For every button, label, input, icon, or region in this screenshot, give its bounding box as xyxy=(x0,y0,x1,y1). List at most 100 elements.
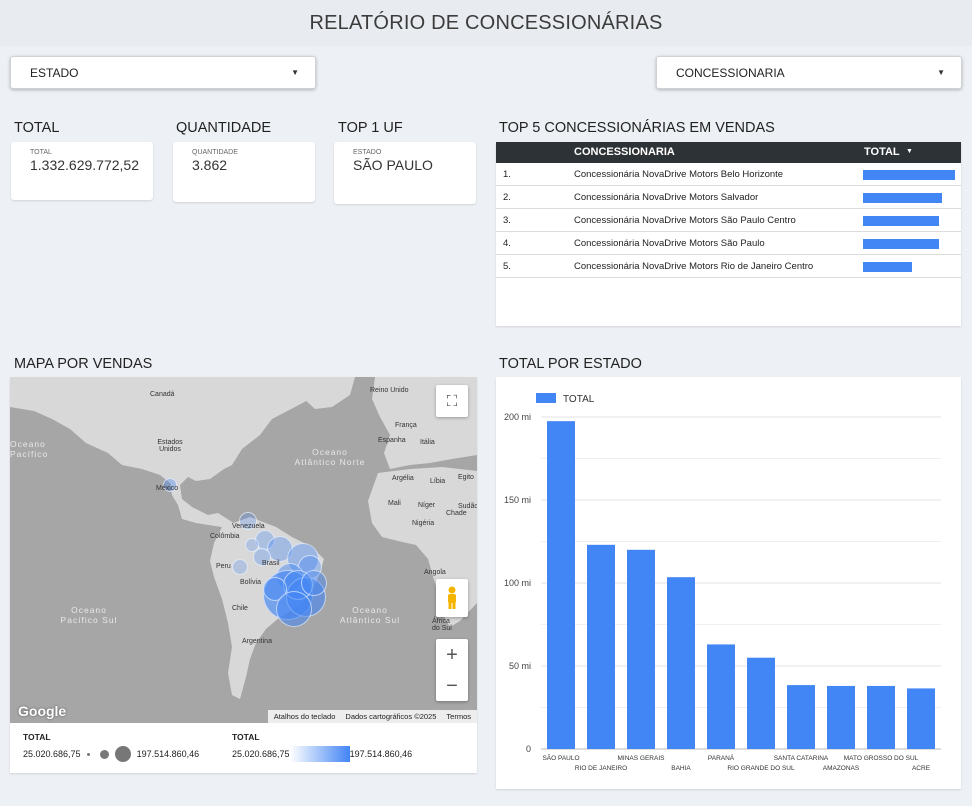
table-header: CONCESSIONARIA TOTAL ▼ xyxy=(496,142,961,163)
map-country-label: Egito xyxy=(458,474,474,481)
bar[interactable] xyxy=(667,577,695,749)
row-name: Concessionária NovaDrive Motors São Paul… xyxy=(574,238,765,249)
kpi-total-label: TOTAL xyxy=(30,149,52,156)
estado-filter-label: ESTADO xyxy=(30,65,79,80)
map-country-label: Itália xyxy=(420,439,435,446)
table-row[interactable]: 4. Concessionária NovaDrive Motors São Pa… xyxy=(496,232,961,255)
bar[interactable] xyxy=(907,688,935,749)
caret-down-icon: ▼ xyxy=(937,68,945,77)
bar[interactable] xyxy=(747,657,775,749)
minus-icon[interactable]: − xyxy=(446,676,458,696)
terms-link[interactable]: Termos xyxy=(446,712,471,721)
sort-desc-icon[interactable]: ▼ xyxy=(906,148,913,155)
plus-icon[interactable]: + xyxy=(446,645,458,665)
x-tick-label: ACRE xyxy=(912,765,931,772)
kpi-total-title: TOTAL xyxy=(14,120,60,136)
x-tick-label: BAHIA xyxy=(671,765,691,772)
size-legend-scale: 25.020.686,75 197.514.860,46 xyxy=(23,746,199,762)
color-legend: TOTAL 25.020.686,75 197.514.860,46 xyxy=(232,732,412,762)
map-view[interactable]: Canadá Estados Unidos México Venezuela Colômb… xyxy=(10,377,477,723)
bar[interactable] xyxy=(867,685,895,749)
map-country-label: Canadá xyxy=(150,391,175,398)
y-tick-label: 100 mi xyxy=(504,578,531,588)
color-legend-max: 197.514.860,46 xyxy=(349,749,413,759)
map-country-label: Níger xyxy=(418,502,436,509)
kpi-quantidade-label: QUANTIDADE xyxy=(192,149,238,156)
y-tick-label: 0 xyxy=(526,744,531,754)
report-header: RELATÓRIO DE CONCESSIONÁRIAS xyxy=(0,0,972,46)
color-legend-min: 25.020.686,75 xyxy=(232,749,290,759)
row-total-bar xyxy=(863,170,955,180)
concessionaria-filter-dropdown[interactable]: CONCESSIONARIA ▼ xyxy=(656,56,962,89)
bar[interactable] xyxy=(827,685,855,749)
y-tick-label: 200 mi xyxy=(504,412,531,422)
top5-table: CONCESSIONARIA TOTAL ▼ 1. Concessionária … xyxy=(496,142,961,326)
x-tick-label: AMAZONAS xyxy=(823,765,860,772)
row-rank: 5. xyxy=(503,261,511,272)
size-legend: TOTAL 25.020.686,75 197.514.860,46 xyxy=(23,732,199,762)
table-row[interactable]: 1. Concessionária NovaDrive Motors Belo H… xyxy=(496,163,961,186)
size-legend-min: 25.020.686,75 xyxy=(23,749,81,759)
row-total-bar xyxy=(863,193,942,203)
col-header-concessionaria[interactable]: CONCESSIONARIA xyxy=(574,146,675,158)
pegman-icon[interactable] xyxy=(436,579,468,617)
bar[interactable] xyxy=(707,644,735,749)
table-row[interactable]: 2. Concessionária NovaDrive Motors Salvad… xyxy=(496,186,961,209)
kpi-top-uf-card: ESTADO SÃO PAULO xyxy=(334,142,476,204)
concessionaria-filter-label: CONCESSIONARIA xyxy=(676,65,785,80)
top5-title: TOP 5 CONCESSIONÁRIAS EM VENDAS xyxy=(499,120,775,136)
small-dot-icon xyxy=(86,752,90,756)
color-legend-scale: 25.020.686,75 197.514.860,46 xyxy=(232,746,412,762)
bar[interactable] xyxy=(627,549,655,749)
large-dot-icon xyxy=(114,746,131,762)
google-logo: Google xyxy=(18,703,67,719)
keyboard-shortcuts-link[interactable]: Atalhos do teclado xyxy=(274,712,336,721)
row-name: Concessionária NovaDrive Motors São Paul… xyxy=(574,215,796,226)
map-country-label: Peru xyxy=(216,563,231,570)
map-country-label: Sudão xyxy=(458,503,477,510)
kpi-quantidade-card: QUANTIDADE 3.862 xyxy=(173,142,315,202)
legend-label: TOTAL xyxy=(563,394,595,405)
x-tick-label: RIO DE JANEIRO xyxy=(575,765,627,772)
caret-down-icon: ▼ xyxy=(291,68,299,77)
row-rank: 3. xyxy=(503,215,511,226)
map-bubble[interactable] xyxy=(301,570,327,596)
map-country-label: África do Sul xyxy=(432,618,452,632)
map-bubble[interactable] xyxy=(245,538,259,552)
map-country-label: França xyxy=(395,422,417,429)
map-data-text: Dados cartográficos ©2025 xyxy=(345,712,437,721)
kpi-total-value: 1.332.629.772,52 xyxy=(30,157,139,173)
bar[interactable] xyxy=(547,421,575,749)
chart-title: TOTAL POR ESTADO xyxy=(499,356,642,372)
kpi-total-card: TOTAL 1.332.629.772,52 xyxy=(11,142,153,200)
greenland-shape xyxy=(292,377,355,409)
bar[interactable] xyxy=(587,544,615,749)
map-bubble[interactable] xyxy=(232,559,248,575)
kpi-top-uf-title: TOP 1 UF xyxy=(338,120,403,136)
map-country-label: Colômbia xyxy=(210,533,240,540)
row-total-bar xyxy=(863,262,912,272)
fullscreen-icon[interactable]: ⛶ xyxy=(436,385,468,417)
estado-filter-dropdown[interactable]: ESTADO ▼ xyxy=(10,56,316,89)
x-tick-label: SANTA CATARINA xyxy=(774,755,829,762)
map-country-label: Espanha xyxy=(378,437,406,444)
table-row[interactable]: 5. Concessionária NovaDrive Motors Rio de… xyxy=(496,255,961,278)
map-country-label: Argentina xyxy=(242,638,272,645)
col-header-total[interactable]: TOTAL xyxy=(864,146,900,158)
map-bubble[interactable] xyxy=(276,591,312,627)
chart-card: TOTAL 0 50 mi 100 mi 150 mi 200 mi SÃO PAULO RI… xyxy=(496,377,961,789)
x-tick-label: RIO GRANDE DO SUL xyxy=(727,765,795,772)
row-name: Concessionária NovaDrive Motors Salvador xyxy=(574,192,759,203)
table-row[interactable]: 3. Concessionária NovaDrive Motors São Pa… xyxy=(496,209,961,232)
map-card: Canadá Estados Unidos México Venezuela Colômb… xyxy=(10,377,477,773)
map-country-label: Mali xyxy=(388,500,401,507)
row-name: Concessionária NovaDrive Motors Rio de J… xyxy=(574,261,814,272)
map-country-label: Chile xyxy=(232,605,248,612)
map-country-label: Líbia xyxy=(430,478,446,485)
bar[interactable] xyxy=(787,685,815,749)
y-tick-label: 150 mi xyxy=(504,495,531,505)
map-country-label: Estados Unidos xyxy=(157,439,183,453)
x-tick-label: MATO GROSSO DO SUL xyxy=(844,755,919,762)
x-tick-label: MINAS GERAIS xyxy=(618,755,666,762)
zoom-controls: + − xyxy=(436,639,468,701)
